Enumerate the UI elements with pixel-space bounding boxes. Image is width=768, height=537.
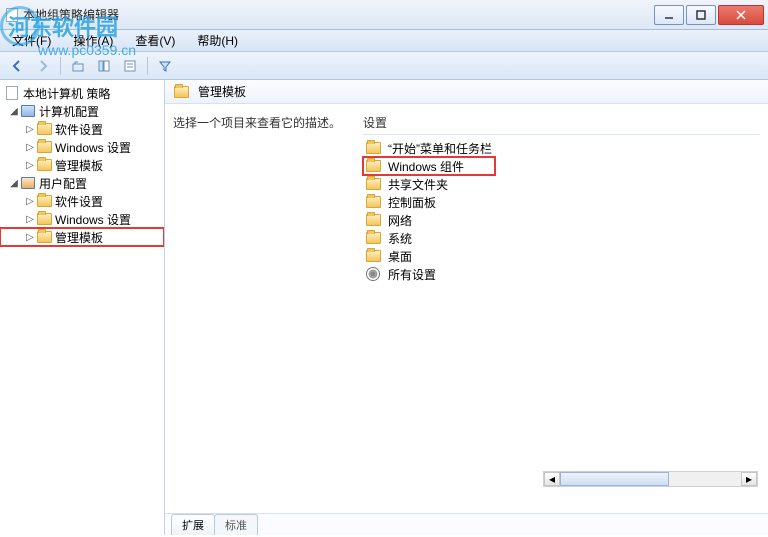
tree-uc-software[interactable]: ▷ 软件设置 [0,192,164,210]
tree-cc-software[interactable]: ▷ 软件设置 [0,120,164,138]
settings-column: 设置 “开始”菜单和任务栏 Windows 组件 共享文件夹 控制面板 [363,114,760,509]
minimize-button[interactable] [654,5,684,25]
close-button[interactable] [718,5,764,25]
menu-help[interactable]: 帮助(H) [191,30,244,51]
up-button[interactable] [67,55,89,77]
folder-icon [365,213,381,227]
user-icon [20,176,36,190]
show-hide-button[interactable] [93,55,115,77]
list-item-system[interactable]: 系统 [363,229,760,247]
app-icon [4,8,20,22]
policy-icon [4,86,20,100]
folder-icon [36,158,52,172]
folder-icon [365,231,381,245]
list-item-windows-components[interactable]: Windows 组件 [363,157,495,175]
scroll-thumb[interactable] [560,472,669,486]
description-text: 选择一个项目来查看它的描述。 [173,114,353,131]
collapse-icon[interactable]: ◢ [8,106,20,117]
expand-icon[interactable]: ▷ [24,160,36,171]
folder-icon [36,212,52,226]
tab-extended[interactable]: 扩展 [171,514,215,535]
list-item-shared-folders[interactable]: 共享文件夹 [363,175,760,193]
tree-computer-config[interactable]: ◢ 计算机配置 [0,102,164,120]
toolbar-sep-1 [60,57,61,75]
maximize-button[interactable] [686,5,716,25]
list-item-control-panel[interactable]: 控制面板 [363,193,760,211]
list-item-network[interactable]: 网络 [363,211,760,229]
content-title: 管理模板 [198,83,246,100]
folder-icon [173,85,189,99]
tree-pane: 本地计算机 策略 ◢ 计算机配置 ▷ 软件设置 ▷ Windows 设置 ▷ 管… [0,80,165,535]
expand-icon[interactable]: ▷ [24,124,36,135]
folder-icon [365,141,381,155]
folder-icon [36,140,52,154]
menu-action[interactable]: 操作(A) [67,30,119,51]
settings-icon [365,267,381,281]
back-button[interactable] [6,55,28,77]
expand-icon[interactable]: ▷ [24,214,36,225]
tree-uc-windows[interactable]: ▷ Windows 设置 [0,210,164,228]
folder-icon [365,249,381,263]
tree-cc-windows[interactable]: ▷ Windows 设置 [0,138,164,156]
folder-icon [365,195,381,209]
list-item-start-menu[interactable]: “开始”菜单和任务栏 [363,139,760,157]
titlebar: 本地组策略编辑器 [0,0,768,30]
tree-user-config[interactable]: ◢ 用户配置 [0,174,164,192]
toolbar-sep-2 [147,57,148,75]
settings-header: 设置 [363,114,760,135]
properties-button[interactable] [119,55,141,77]
menubar: 文件(F) 操作(A) 查看(V) 帮助(H) [0,30,768,52]
scroll-left-button[interactable]: ◂ [544,472,560,486]
folder-icon [36,122,52,136]
filter-button[interactable] [154,55,176,77]
folder-icon [36,230,52,244]
tree-uc-admin[interactable]: ▷ 管理模板 [0,228,164,246]
horizontal-scrollbar[interactable]: ◂ ▸ [543,471,758,487]
folder-icon [365,159,381,173]
collapse-icon[interactable]: ◢ [8,178,20,189]
content-body: 选择一个项目来查看它的描述。 设置 “开始”菜单和任务栏 Windows 组件 … [165,104,768,513]
tab-standard[interactable]: 标准 [214,514,258,535]
tree-root-label: 本地计算机 策略 [23,85,110,102]
menu-view[interactable]: 查看(V) [129,30,181,51]
forward-button[interactable] [32,55,54,77]
list-item-desktop[interactable]: 桌面 [363,247,760,265]
tree-root[interactable]: 本地计算机 策略 [0,84,164,102]
description-column: 选择一个项目来查看它的描述。 [173,114,363,509]
folder-icon [365,177,381,191]
content-pane: 管理模板 选择一个项目来查看它的描述。 设置 “开始”菜单和任务栏 Window… [165,80,768,535]
main-area: 本地计算机 策略 ◢ 计算机配置 ▷ 软件设置 ▷ Windows 设置 ▷ 管… [0,80,768,535]
list-item-all-settings[interactable]: 所有设置 [363,265,760,283]
window-title: 本地组策略编辑器 [23,6,652,23]
scroll-track[interactable] [560,472,741,486]
expand-icon[interactable]: ▷ [24,196,36,207]
tree-cc-admin[interactable]: ▷ 管理模板 [0,156,164,174]
content-header: 管理模板 [165,80,768,104]
computer-icon [20,104,36,118]
tab-bar: 扩展 标准 [165,513,768,535]
expand-icon[interactable]: ▷ [24,142,36,153]
menu-file[interactable]: 文件(F) [6,30,57,51]
expand-icon[interactable]: ▷ [24,232,36,243]
folder-icon [36,194,52,208]
toolbar [0,52,768,80]
scroll-right-button[interactable]: ▸ [741,472,757,486]
